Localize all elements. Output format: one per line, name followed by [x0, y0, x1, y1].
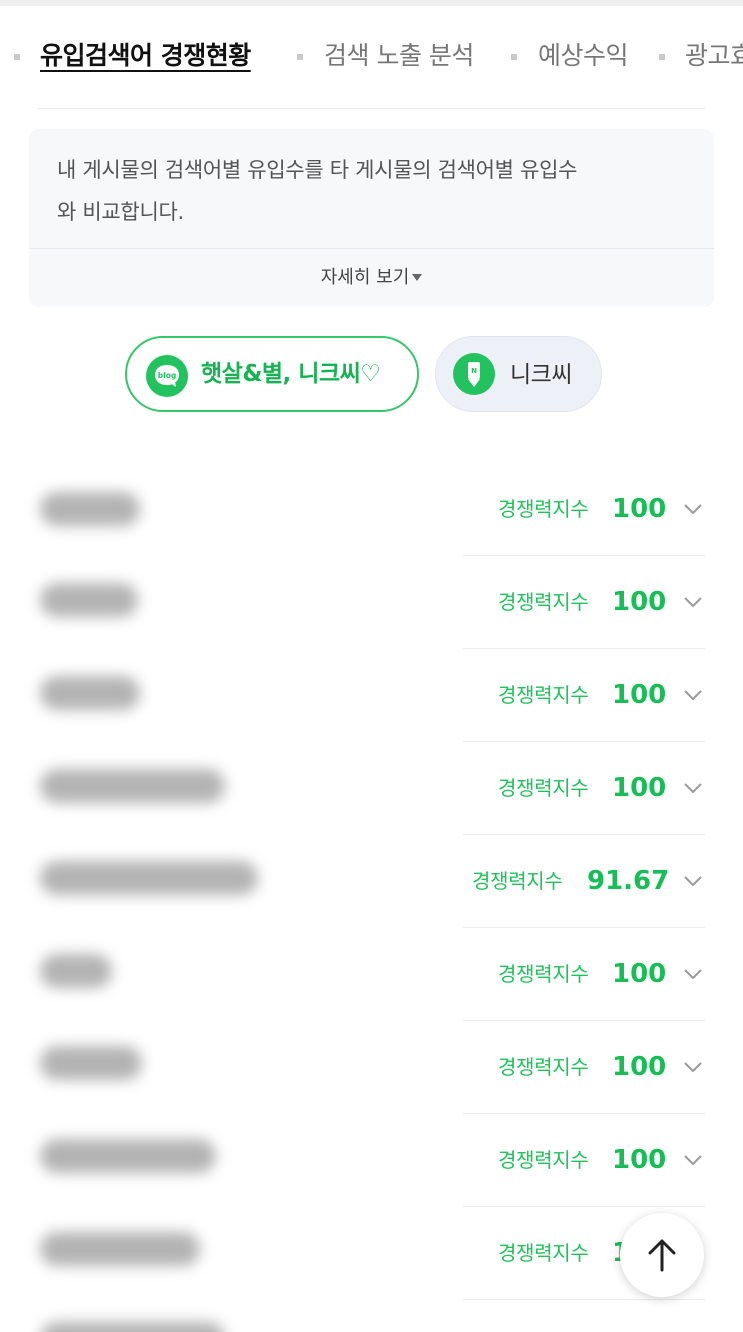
- chevron-down-icon: [684, 876, 702, 887]
- arrow-up-icon: [648, 1239, 676, 1272]
- keyword-row[interactable]: 경쟁력지수 91.67: [0, 835, 743, 928]
- blurred-keyword: [40, 1139, 216, 1173]
- caret-down-icon: [412, 273, 423, 281]
- see-more-button[interactable]: 자세히 보기: [29, 249, 714, 307]
- competitiveness-label: 경쟁력지수: [498, 776, 589, 800]
- competitiveness-label: 경쟁력지수: [498, 497, 589, 521]
- blurred-keyword: [40, 492, 140, 526]
- user-chip-label: 니크씨: [510, 362, 572, 388]
- chevron-down-icon: [684, 969, 702, 980]
- blurred-keyword: [40, 769, 225, 803]
- keyword-row[interactable]: 경쟁력지수 100: [0, 556, 743, 649]
- blog-icon: blog: [146, 355, 188, 397]
- competitiveness-label: 경쟁력지수: [498, 1148, 589, 1172]
- chevron-down-icon: [684, 504, 702, 515]
- svg-text:N: N: [471, 367, 477, 375]
- competitiveness-score: 100: [612, 680, 667, 710]
- keyword-row[interactable]: 경쟁력지수 100: [0, 742, 743, 835]
- info-box: 내 게시물의 검색어별 유입수를 타 게시물의 검색어별 유입수 와 비교합니다…: [29, 129, 714, 307]
- top-strip: [0, 0, 743, 6]
- blog-chip[interactable]: blog 햇살&별, 니크씨♡: [125, 336, 419, 412]
- competitiveness-score: 100: [612, 959, 667, 989]
- tab-bar: 유입검색어 경쟁현황 검색 노출 분석 예상수익 광고효: [0, 36, 743, 76]
- competitiveness-score: 100: [612, 1145, 667, 1175]
- svg-text:blog: blog: [158, 371, 176, 380]
- competitiveness-score: 100: [612, 1052, 667, 1082]
- chevron-down-icon: [684, 690, 702, 701]
- tab-separator: [297, 54, 303, 60]
- tab-ad-effect[interactable]: 광고효: [685, 36, 743, 76]
- competitiveness-label: 경쟁력지수: [498, 683, 589, 707]
- competitiveness-score: 91.67: [587, 866, 670, 896]
- blurred-keyword: [40, 583, 138, 617]
- keyword-row[interactable]: 경쟁력지수 100: [0, 463, 743, 556]
- competitiveness-score: 100: [612, 494, 667, 524]
- blurred-keyword: [40, 1046, 142, 1080]
- competitiveness-label: 경쟁력지수: [498, 962, 589, 986]
- tab-separator: [659, 54, 665, 60]
- info-line-1: 내 게시물의 검색어별 유입수를 타 게시물의 검색어별 유입수: [57, 158, 578, 182]
- blurred-keyword: [40, 1232, 200, 1266]
- pen-badge-icon: N: [453, 353, 495, 395]
- tab-search-exposure[interactable]: 검색 노출 분석: [324, 36, 474, 76]
- blurred-keyword: [40, 676, 140, 710]
- see-more-label: 자세히 보기: [320, 267, 410, 288]
- blurred-keyword: [40, 861, 258, 895]
- competitiveness-label: 경쟁력지수: [498, 1241, 589, 1265]
- keyword-row[interactable]: 경쟁력지수 100: [0, 649, 743, 742]
- blurred-keyword: [40, 1322, 225, 1332]
- info-description: 내 게시물의 검색어별 유입수를 타 게시물의 검색어별 유입수 와 비교합니다…: [57, 149, 697, 233]
- keyword-row[interactable]: [0, 1300, 743, 1332]
- keyword-row[interactable]: 경쟁력지수 100: [0, 1114, 743, 1207]
- competitiveness-label: 경쟁력지수: [472, 869, 563, 893]
- blurred-keyword: [40, 954, 112, 988]
- chevron-down-icon: [684, 597, 702, 608]
- keyword-row[interactable]: 경쟁력지수 100: [0, 1021, 743, 1114]
- user-chip[interactable]: N 니크씨: [435, 336, 602, 412]
- competitiveness-score: 100: [612, 773, 667, 803]
- divider: [38, 108, 705, 109]
- competitiveness-label: 경쟁력지수: [498, 1055, 589, 1079]
- tab-separator: [14, 54, 20, 60]
- tab-inflow-keyword-competition[interactable]: 유입검색어 경쟁현황: [40, 36, 251, 76]
- tab-expected-revenue[interactable]: 예상수익: [538, 36, 629, 76]
- chevron-down-icon: [684, 1062, 702, 1073]
- competitiveness-score: 100: [612, 587, 667, 617]
- chevron-down-icon: [684, 1155, 702, 1166]
- chevron-down-icon: [684, 783, 702, 794]
- info-line-2: 와 비교합니다.: [57, 200, 184, 224]
- scroll-to-top-button[interactable]: [620, 1213, 704, 1297]
- tab-separator: [511, 54, 517, 60]
- competitiveness-label: 경쟁력지수: [498, 590, 589, 614]
- blog-chip-label: 햇살&별, 니크씨♡: [201, 361, 381, 387]
- keyword-row[interactable]: 경쟁력지수 100: [0, 928, 743, 1021]
